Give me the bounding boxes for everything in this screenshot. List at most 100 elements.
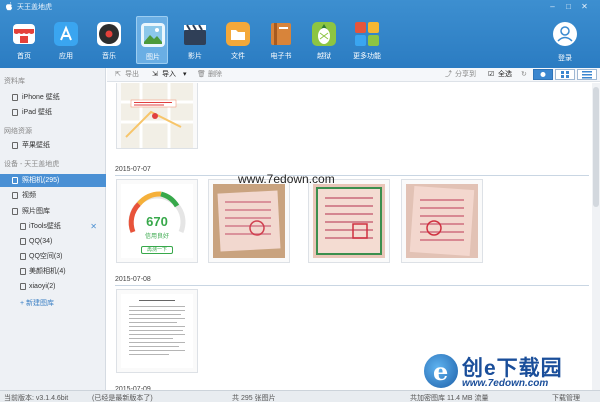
- photo-thumbnail[interactable]: 670 信用良好 再测一下: [116, 179, 198, 263]
- date-divider: [115, 175, 589, 176]
- album-icon: [20, 283, 26, 290]
- nav-files-label: 文件: [231, 53, 245, 60]
- photo-icon: [141, 23, 165, 47]
- nav-apps-label: 应用: [59, 53, 73, 60]
- album-icon: [20, 223, 26, 230]
- ipad-icon: [12, 109, 18, 116]
- photo-thumbnail[interactable]: [308, 179, 390, 263]
- share-button[interactable]: 分享到: [455, 70, 476, 80]
- clapper-icon: [184, 24, 206, 45]
- nav-ebooks[interactable]: 电子书: [265, 16, 297, 64]
- photo-thumbnail[interactable]: [116, 289, 198, 373]
- chevron-down-icon[interactable]: ▾: [183, 70, 187, 80]
- apple-logo-icon: [6, 2, 13, 11]
- status-bar: 当前版本: v3.1.4.6bit (已经是最新版本了) 共 295 张图片 共…: [0, 390, 600, 402]
- top-toolbar: 天王盖地虎 – □ ✕ 首页 应用 音乐 图片 影片 文件 电子书 越狱 更多功…: [0, 0, 600, 68]
- wallpaper-icon: [12, 142, 18, 149]
- sidebar-album-qzone[interactable]: QQ空间(3): [0, 250, 106, 263]
- nav-apps[interactable]: 应用: [50, 16, 82, 64]
- import-button[interactable]: 导入: [162, 70, 176, 80]
- book-icon: [271, 23, 291, 45]
- credit-caption: 信用良好: [144, 234, 169, 240]
- export-button[interactable]: 导出: [125, 70, 139, 80]
- refresh-icon[interactable]: ↻: [521, 70, 527, 80]
- maximize-icon[interactable]: □: [564, 2, 573, 11]
- credit-score: 670: [146, 214, 168, 229]
- trash-icon: 🗑: [197, 71, 206, 78]
- section-library: 资料库: [4, 78, 25, 85]
- retest-button-image: 再测一下: [141, 246, 173, 254]
- scrollbar-thumb[interactable]: [593, 87, 599, 207]
- pineapple-icon: [312, 22, 336, 46]
- sidebar-item-video[interactable]: 视频: [0, 189, 106, 202]
- minimize-icon[interactable]: –: [548, 2, 557, 11]
- map-image: [121, 83, 193, 148]
- export-icon: ⇱: [115, 71, 121, 78]
- delete-button[interactable]: 删除: [208, 70, 222, 80]
- nav-files[interactable]: 文件: [222, 16, 254, 64]
- sidebar-item-apple-wallpaper[interactable]: 苹果壁纸: [0, 139, 106, 152]
- download-manager-button[interactable]: 下载管理: [552, 393, 580, 402]
- album-icon: [20, 238, 26, 245]
- nav-jailbreak[interactable]: 越狱: [308, 16, 340, 64]
- view-grid-button[interactable]: [555, 69, 575, 80]
- circle-view-icon: [540, 72, 546, 77]
- video-icon: [12, 192, 18, 199]
- sidebar-item-photo-library[interactable]: 照片图库: [0, 205, 106, 218]
- photo-thumbnail[interactable]: [116, 83, 198, 149]
- photo-grid: 2015-07-07 670 信用良好 再测一下 2015-07-08 2015…: [107, 83, 592, 390]
- group-date-1: 2015-07-07: [115, 166, 151, 173]
- avatar: [553, 22, 577, 46]
- remove-album-icon[interactable]: ✕: [90, 220, 97, 233]
- document-photo: [406, 184, 478, 258]
- sidebar-album-qq[interactable]: QQ(34): [0, 235, 106, 248]
- section-network: 网络资源: [4, 128, 32, 135]
- nav-music-label: 音乐: [102, 53, 116, 60]
- shop-icon: [13, 24, 35, 44]
- sidebar-item-camera-roll[interactable]: 照相机(295): [0, 174, 106, 187]
- login-label: 登录: [558, 55, 572, 62]
- nav-photos-label: 图片: [146, 54, 160, 61]
- vertical-scrollbar[interactable]: [592, 83, 600, 390]
- sidebar-album-xiaoyi[interactable]: xiaoyi(2): [0, 280, 106, 293]
- sidebar-album-meiyan[interactable]: 美颜相机(4): [0, 265, 106, 278]
- nav-photos[interactable]: 图片: [136, 16, 168, 64]
- main-nav: 首页 应用 音乐 图片 影片 文件 电子书 越狱 更多功能: [0, 16, 600, 66]
- text-document-image: [121, 294, 193, 368]
- grid-view-icon: [561, 71, 569, 78]
- login-button[interactable]: 登录: [551, 20, 579, 64]
- new-album-link[interactable]: + 新建图库: [20, 298, 54, 308]
- view-detail-button[interactable]: [533, 69, 553, 80]
- date-divider: [115, 285, 589, 286]
- import-icon: ⇲: [152, 71, 158, 78]
- photo-thumbnail[interactable]: [401, 179, 483, 263]
- nav-ebooks-label: 电子书: [270, 53, 292, 60]
- sidebar-album-itools[interactable]: iTools壁纸 ✕: [0, 220, 106, 233]
- list-view-icon: [582, 71, 592, 79]
- sidebar-item-ipad-wallpaper[interactable]: iPad 壁纸: [0, 106, 106, 119]
- user-icon: [557, 26, 573, 42]
- close-icon[interactable]: ✕: [580, 2, 589, 11]
- nav-home[interactable]: 首页: [8, 16, 40, 64]
- content-toolbar: ⇱ 导出 ⇲ 导入 ▾ 🗑 删除 ⤴ 分享到 ☑ 全选 ↻: [107, 68, 600, 82]
- view-list-button[interactable]: [577, 69, 597, 80]
- photo-library-icon: [12, 208, 18, 215]
- nav-jailbreak-label: 越狱: [317, 53, 331, 60]
- iphone-icon: [12, 94, 18, 101]
- select-all-button[interactable]: 全选: [498, 70, 512, 80]
- folder-icon: [226, 22, 250, 46]
- nav-movies-label: 影片: [188, 53, 202, 60]
- album-icon: [20, 253, 26, 260]
- grid-icon: [355, 22, 379, 46]
- title-bar: 天王盖地虎 – □ ✕: [0, 0, 600, 14]
- nav-more[interactable]: 更多功能: [351, 16, 383, 64]
- window-title: 天王盖地虎: [17, 4, 52, 11]
- photo-thumbnail[interactable]: [208, 179, 290, 263]
- checkbox-icon: ☑: [488, 71, 495, 78]
- version-text: 当前版本: v3.1.4.6bit: [4, 395, 69, 402]
- album-icon: [20, 268, 26, 275]
- nav-movies[interactable]: 影片: [179, 16, 211, 64]
- nav-music[interactable]: 音乐: [93, 16, 125, 64]
- nav-home-label: 首页: [17, 53, 31, 60]
- sidebar-item-iphone-wallpaper[interactable]: iPhone 壁纸: [0, 91, 106, 104]
